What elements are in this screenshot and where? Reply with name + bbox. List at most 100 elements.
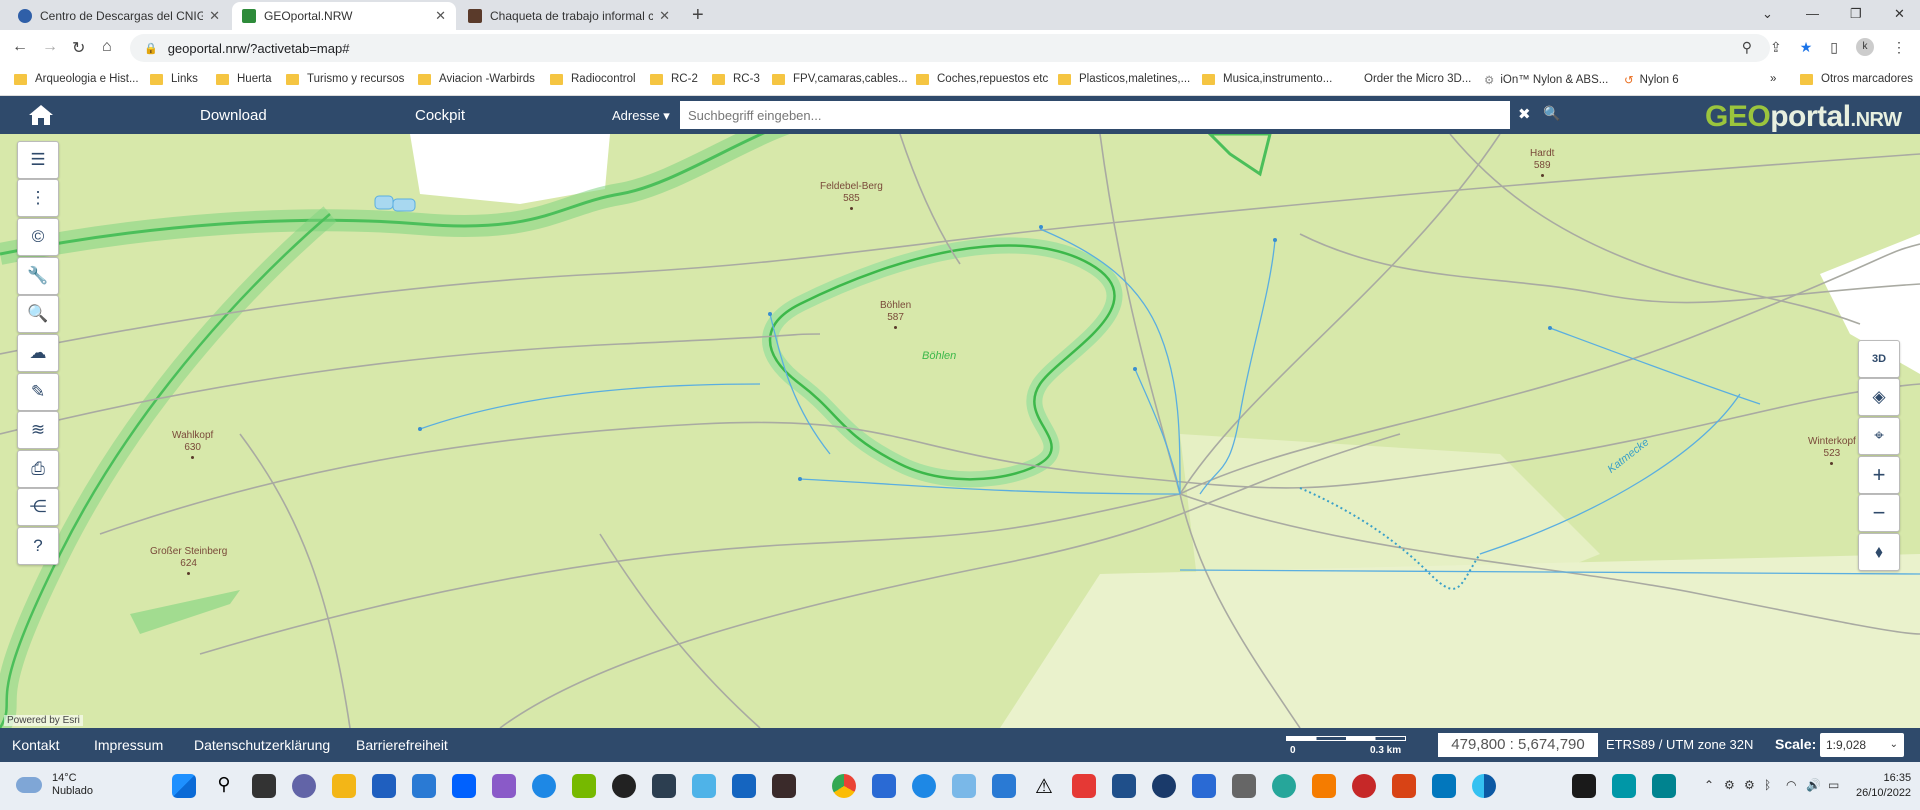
map-view[interactable]: Feldebel-Berg 585 Hardt 589 Böhlen 587 Wahl… bbox=[0, 134, 1920, 728]
bookmark-folder[interactable]: Musica,instrumento... bbox=[1202, 73, 1332, 85]
app-search-icon[interactable] bbox=[1652, 774, 1676, 798]
bookmark-folder[interactable]: RC-2 bbox=[650, 73, 698, 85]
close-tab-icon[interactable]: ✕ bbox=[209, 8, 220, 24]
back-icon[interactable]: ← bbox=[12, 38, 28, 56]
app-cloud-icon[interactable] bbox=[952, 774, 976, 798]
scale-select[interactable]: 1:9,028 ⌄ bbox=[1820, 733, 1904, 757]
close-window-icon[interactable]: ✕ bbox=[1894, 6, 1905, 22]
bookmark-folder[interactable]: Radiocontrol bbox=[550, 73, 636, 85]
browser-menu-icon[interactable]: ⋮ bbox=[1892, 39, 1906, 56]
help-app-icon[interactable] bbox=[532, 774, 556, 798]
search-input[interactable] bbox=[680, 101, 1510, 129]
sidepanel-icon[interactable]: ▯ bbox=[1830, 39, 1838, 56]
store-icon[interactable] bbox=[372, 774, 396, 798]
mail-icon[interactable] bbox=[412, 774, 436, 798]
browser-tab-geoportal[interactable]: GEOportal.NRW ✕ bbox=[232, 2, 456, 30]
app-t-icon[interactable] bbox=[1112, 774, 1136, 798]
chrome-icon[interactable] bbox=[832, 774, 856, 798]
profile-avatar[interactable]: k bbox=[1856, 38, 1874, 56]
app-triangle-icon[interactable]: ⚠ bbox=[1032, 774, 1056, 798]
bookmark-folder[interactable]: Arqueologia e Hist... bbox=[14, 73, 139, 85]
bookmark-folder[interactable]: Plasticos,maletines,... bbox=[1058, 73, 1190, 85]
bookmark-folder[interactable]: Turismo y recursos bbox=[286, 73, 404, 85]
bookmark-folder[interactable]: Links bbox=[150, 73, 198, 85]
bluetooth-icon[interactable]: ᛒ bbox=[1764, 778, 1771, 792]
app-lightning-icon[interactable] bbox=[732, 774, 756, 798]
nav-cockpit[interactable]: Cockpit bbox=[415, 107, 465, 124]
file-explorer-icon[interactable] bbox=[332, 774, 356, 798]
app-blue-icon[interactable] bbox=[692, 774, 716, 798]
dropbox-icon[interactable] bbox=[452, 774, 476, 798]
tray-app2-icon[interactable]: ⚙ bbox=[1744, 778, 1755, 792]
more-options-button[interactable]: ⋮ bbox=[17, 179, 59, 217]
nvidia-icon[interactable] bbox=[572, 774, 596, 798]
bookmark-folder[interactable]: Coches,repuestos etc bbox=[916, 73, 1048, 85]
3d-view-button[interactable]: 3D bbox=[1858, 340, 1900, 378]
search-taskbar-icon[interactable]: ⚲ bbox=[212, 774, 236, 798]
copyright-button[interactable]: © bbox=[17, 218, 59, 256]
forward-icon[interactable]: → bbox=[42, 38, 58, 56]
layer-list-button[interactable]: ☰ bbox=[17, 141, 59, 179]
share-button[interactable]: ⋲ bbox=[17, 488, 59, 526]
minimize-icon[interactable]: — bbox=[1806, 6, 1819, 21]
download-button[interactable]: ☁ bbox=[17, 334, 59, 372]
footer-link-datenschutz[interactable]: Datenschutzerklärung bbox=[194, 737, 330, 753]
tray-app1-icon[interactable]: ⚙ bbox=[1724, 778, 1735, 792]
bookmark-link[interactable]: ⚙ iOn™ Nylon & ABS... bbox=[1484, 73, 1608, 87]
layer-settings-button[interactable]: ≋ bbox=[17, 411, 59, 449]
music-icon[interactable] bbox=[872, 774, 896, 798]
bookmark-folder[interactable]: Aviacion -Warbirds bbox=[418, 73, 535, 85]
bookmark-folder[interactable]: Huerta bbox=[216, 73, 272, 85]
new-tab-button[interactable]: + bbox=[692, 4, 704, 27]
zoom-out-button[interactable]: − bbox=[1858, 494, 1900, 532]
browser-tab-cnig[interactable]: Centro de Descargas del CNIG (I ✕ bbox=[8, 2, 230, 30]
pdf-icon[interactable] bbox=[1072, 774, 1096, 798]
search-category-dropdown[interactable]: Adresse ▾ bbox=[612, 108, 670, 124]
help-button[interactable]: ? bbox=[17, 527, 59, 565]
search-icon[interactable]: 🔍 bbox=[1543, 105, 1560, 122]
share-page-icon[interactable]: ⇪ bbox=[1770, 39, 1782, 56]
tools-button[interactable]: 🔧 bbox=[17, 257, 59, 295]
app-code-icon[interactable] bbox=[1612, 774, 1636, 798]
weather-widget[interactable]: 14°C Nublado bbox=[16, 772, 93, 798]
wifi-icon[interactable]: ◠ bbox=[1786, 778, 1796, 792]
edge-icon[interactable] bbox=[1472, 774, 1496, 798]
home-browser-icon[interactable]: ⌂ bbox=[102, 38, 112, 56]
bookmark-link[interactable]: ↺ Nylon 6 bbox=[1624, 73, 1679, 87]
reload-icon[interactable]: ↻ bbox=[72, 38, 85, 58]
app-red-icon[interactable] bbox=[1352, 774, 1376, 798]
app-orange-icon[interactable] bbox=[1312, 774, 1336, 798]
close-tab-icon[interactable]: ✕ bbox=[659, 8, 670, 24]
app-b-icon[interactable] bbox=[612, 774, 636, 798]
notepad-icon[interactable] bbox=[992, 774, 1016, 798]
app-grid-icon[interactable] bbox=[652, 774, 676, 798]
volume-icon[interactable]: 🔊 bbox=[1806, 778, 1821, 792]
browser-tab-chaqueta[interactable]: Chaqueta de trabajo informal cá ✕ bbox=[458, 2, 680, 30]
clear-search-icon[interactable]: ✖ bbox=[1518, 105, 1531, 123]
tray-chevron-icon[interactable]: ⌃ bbox=[1704, 778, 1714, 792]
locate-button[interactable]: ⌖ bbox=[1858, 417, 1900, 455]
start-icon[interactable] bbox=[172, 774, 196, 798]
bookmark-folder[interactable]: Otros marcadores bbox=[1800, 73, 1913, 85]
basemap-layers-button[interactable]: ◈ bbox=[1858, 378, 1900, 416]
app-gear-icon[interactable] bbox=[1152, 774, 1176, 798]
bookmark-star-icon[interactable]: ★ bbox=[1800, 39, 1813, 56]
app-purple-icon[interactable] bbox=[492, 774, 516, 798]
close-tab-icon[interactable]: ✕ bbox=[435, 8, 446, 24]
task-view-icon[interactable] bbox=[252, 774, 276, 798]
nav-download[interactable]: Download bbox=[200, 107, 267, 124]
app-dark-icon[interactable] bbox=[772, 774, 796, 798]
feature-info-button[interactable]: 🔍 bbox=[17, 295, 59, 333]
compass-button[interactable]: ⬧ bbox=[1858, 533, 1900, 571]
bookmark-link[interactable]: Order the Micro 3D... bbox=[1364, 73, 1471, 85]
print-button[interactable]: ⎙ bbox=[17, 450, 59, 488]
battery-icon[interactable]: ▭ bbox=[1828, 778, 1839, 792]
photos-icon[interactable] bbox=[1192, 774, 1216, 798]
home-icon[interactable] bbox=[28, 104, 54, 126]
bookmark-folder[interactable]: RC-3 bbox=[712, 73, 760, 85]
url-input[interactable]: 🔒 geoportal.nrw/?activetab=map# bbox=[130, 34, 1770, 62]
draw-button[interactable]: ✎ bbox=[17, 373, 59, 411]
app-teal-icon[interactable] bbox=[1272, 774, 1296, 798]
footer-link-barrierefreiheit[interactable]: Barrierefreiheit bbox=[356, 737, 448, 753]
app-slide-icon[interactable] bbox=[1232, 774, 1256, 798]
